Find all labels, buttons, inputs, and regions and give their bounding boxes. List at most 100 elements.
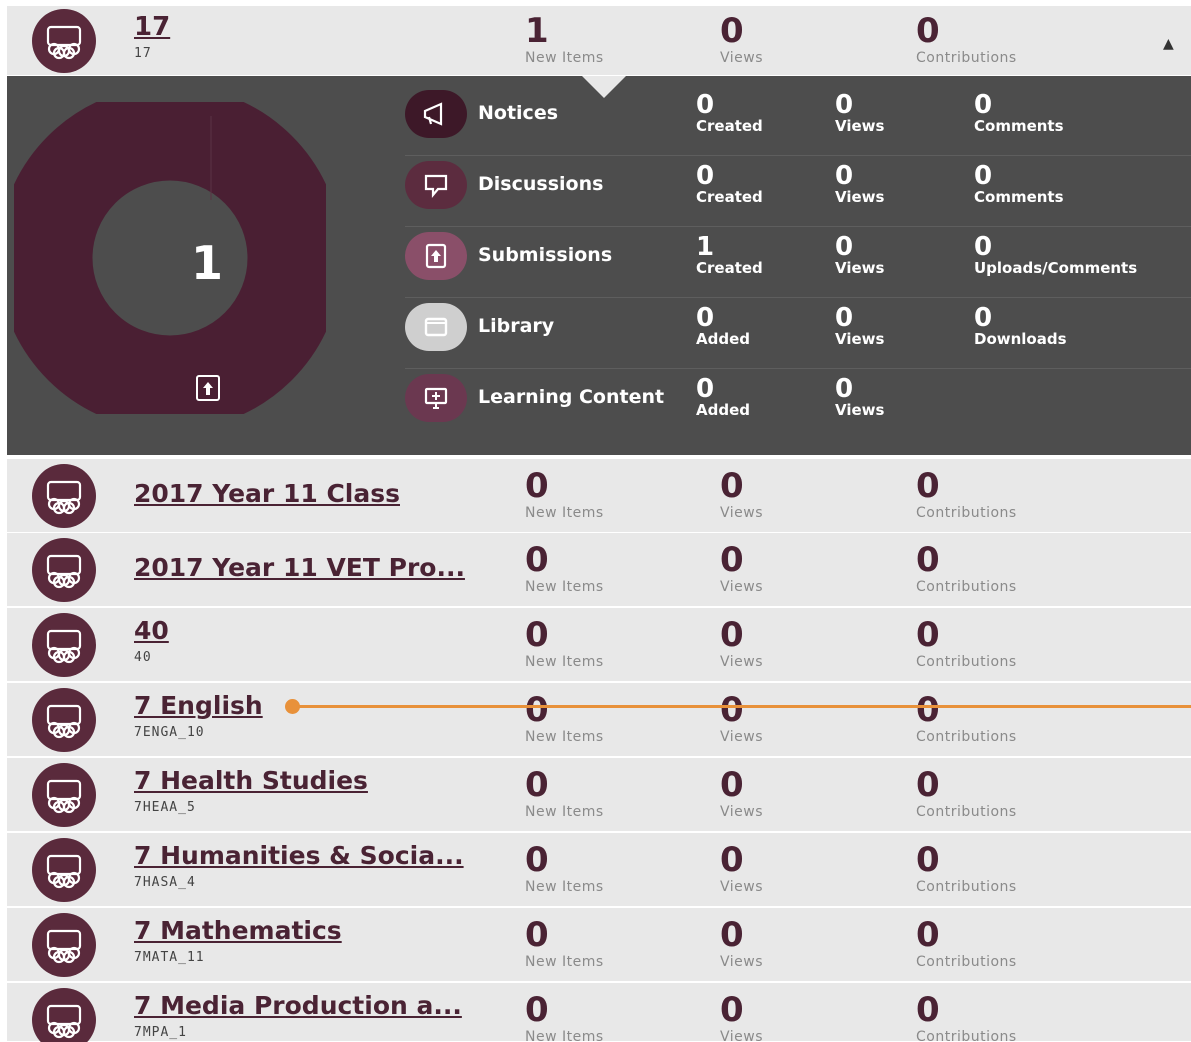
activity-stat-value: 0 [974,232,993,262]
activity-stat-label: Created [696,188,763,206]
donut-total: 1 [190,236,223,290]
activity-stat: 0 Created [696,163,763,205]
group-row[interactable]: 7 English 7ENGA_10 0 New Items 0 Views 0 Contri… [7,683,1191,757]
stat-views: 0 Views [720,843,763,895]
group-row[interactable]: 7 Humanities & Socia... 7HASA_4 0 New Items… [7,833,1191,907]
group-title-link[interactable]: 7 Mathematics [134,916,342,945]
stat-value: 0 [916,540,940,580]
activity-stat: 0 Views [835,92,884,134]
group-row[interactable]: 2017 Year 11 Class 0 New Items 0 Views 0 Contr… [7,459,1191,533]
stat-label: Contributions [916,954,1017,970]
donut-ring [14,102,326,414]
activity-name: Submissions [478,244,613,266]
activity-stat: 0 Added [696,305,750,347]
group-avatar-icon [32,988,96,1042]
activity-stat: 0 Comments [974,92,1064,134]
stat-value: 0 [525,915,549,955]
activity-donut-chart [14,102,326,414]
stat-views: 0 Views [720,993,763,1042]
group-row[interactable]: 7 Mathematics 7MATA_11 0 New Items 0 Views 0 Co… [7,908,1191,982]
group-row[interactable]: 2017 Year 11 VET Pro... 0 New Items 0 Views 0… [7,533,1191,607]
stat-contributions: 0 Contributions [916,469,1017,521]
activity-stat-value: 0 [974,90,993,120]
activity-stat-value: 0 [835,90,854,120]
stat-new-items: 0 New Items [525,843,604,895]
stat-label: New Items [525,954,604,970]
activity-stat-value: 0 [835,303,854,333]
activity-stat-label: Comments [974,188,1064,206]
stat-label: Contributions [916,804,1017,820]
folder-icon [405,303,467,351]
stat-value: 0 [525,690,549,730]
group-title-link[interactable]: 7 Media Production a... [134,991,462,1020]
stat-views: 0 Views [720,618,763,670]
activity-row-discussions[interactable]: Discussions 0 Created 0 Views 0 Comments [405,157,1191,227]
group-title-link[interactable]: 2017 Year 11 VET Pro... [134,553,465,582]
stat-label: Views [720,654,764,670]
activity-row-submissions[interactable]: Submissions 1 Created 0 Views 0 Uploads/Com… [405,228,1191,298]
activity-stat-label: Views [835,259,885,277]
group-code: 7MPA_1 [134,1025,187,1040]
stat-label: Views [720,1029,764,1042]
group-code: 17 [134,46,152,61]
stat-value: 0 [720,840,744,880]
group-row[interactable]: 7 Media Production a... 7MPA_1 0 New Items 0… [7,983,1191,1042]
upload-icon [405,232,467,280]
stat-label: Contributions [916,654,1017,670]
stat-label: Views [720,879,764,895]
megaphone-icon [405,90,467,138]
stat-views: 0 Views [720,768,763,820]
group-row[interactable]: 7 Health Studies 7HEAA_5 0 New Items 0 Views 0… [7,758,1191,832]
activity-stat: 0 Created [696,92,763,134]
group-row-top[interactable]: 17 17 1 New Items 0 Views 0 Contribution… [7,6,1191,76]
stat-value: 0 [720,990,744,1030]
activity-name: Learning Content [478,386,665,408]
caret-up-icon[interactable]: ▲ [1163,36,1174,52]
activity-row-learning-content[interactable]: Learning Content 0 Added 0 Views [405,370,1191,440]
group-title-link[interactable]: 40 [134,616,169,645]
activity-row-library[interactable]: Library 0 Added 0 Views 0 Downloads [405,299,1191,369]
activity-name: Notices [478,102,559,124]
stat-value: 0 [525,765,549,805]
stat-value: 0 [720,690,744,730]
stat-label: Contributions [916,579,1017,595]
stat-value: 0 [720,11,744,51]
stat-value: 0 [720,915,744,955]
activity-stat: 1 Created [696,234,763,276]
stat-label: New Items [525,729,604,745]
stat-new-items: 0 New Items [525,768,604,820]
stat-new-items: 0 New Items [525,543,604,595]
stat-label: Contributions [916,1029,1017,1042]
stat-label: Views [720,579,764,595]
activity-row-notices[interactable]: Notices 0 Created 0 Views 0 Comments [405,86,1191,156]
activity-stat-value: 1 [696,232,715,262]
stat-label: Contributions [916,50,1017,66]
stat-value: 0 [916,690,940,730]
activity-stat-value: 0 [696,161,715,191]
stat-new-items: 0 New Items [525,618,604,670]
stat-label: New Items [525,505,604,521]
activity-stat-value: 0 [835,374,854,404]
stat-new-items: 0 New Items [525,993,604,1042]
stat-contributions: 0 Contributions [916,543,1017,595]
stat-label: Contributions [916,879,1017,895]
activity-stat-value: 0 [835,232,854,262]
group-title-link[interactable]: 7 Humanities & Socia... [134,841,464,870]
group-avatar-icon [32,688,96,752]
group-title-link[interactable]: 17 [134,12,170,42]
group-title-link[interactable]: 2017 Year 11 Class [134,479,400,508]
stat-value: 0 [720,615,744,655]
stat-value: 0 [916,915,940,955]
activity-stat-value: 0 [696,90,715,120]
activity-stat: 0 Views [835,163,884,205]
group-avatar-icon [32,838,96,902]
activity-stat: 0 Added [696,376,750,418]
stat-contributions: 0 Contributions [916,14,1017,66]
group-title-link[interactable]: 7 Health Studies [134,766,368,795]
stat-new-items: 0 New Items [525,469,604,521]
activity-stat-label: Created [696,117,763,135]
activity-name: Discussions [478,173,604,195]
group-title-link[interactable]: 7 English [134,691,263,720]
group-row[interactable]: 40 40 0 New Items 0 Views 0 Contributions [7,608,1191,682]
group-avatar-icon [32,9,96,73]
